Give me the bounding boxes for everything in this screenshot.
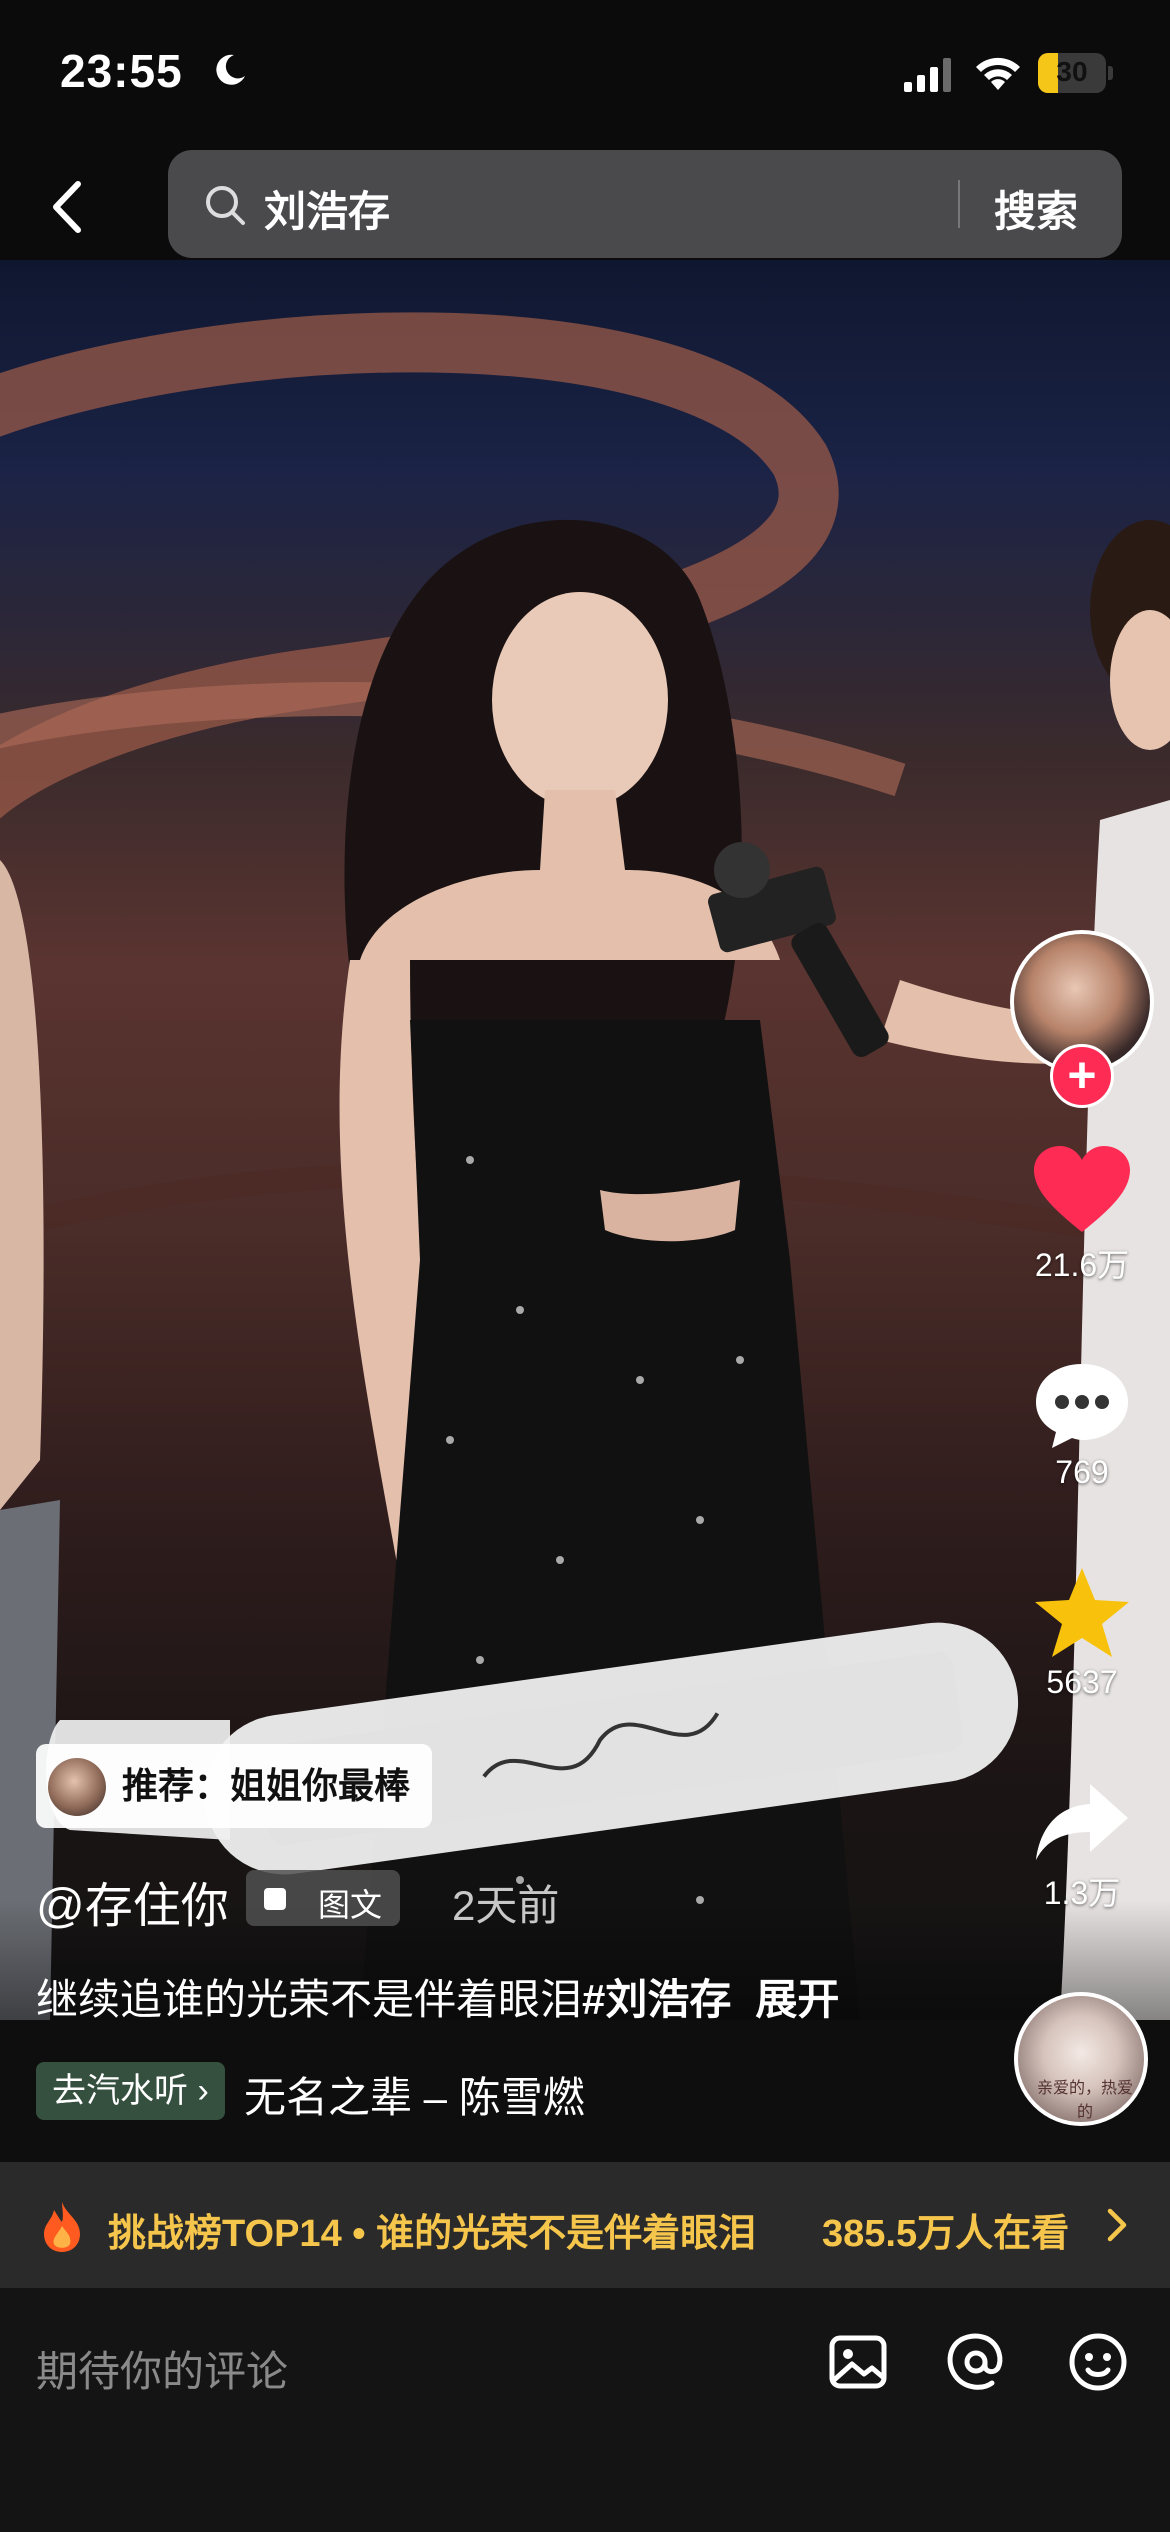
share-button[interactable]: 1.3万 (1010, 1780, 1154, 1914)
music-row[interactable]: 去汽水听 › 无名之辈 – 陈雪燃 (0, 2020, 1170, 2162)
post-type-tag: 图文 (246, 1870, 400, 1926)
follow-button[interactable]: + (1050, 1044, 1114, 1108)
music-disc[interactable]: 亲爱的，热爱的 (1014, 1992, 1148, 2126)
fire-icon (44, 2202, 80, 2252)
description-text: 继续追谁的光荣不是伴着眼泪 (36, 1976, 583, 2023)
disc-caption: 亲爱的，热爱的 (1036, 2080, 1133, 2121)
image-post-icon (264, 1888, 286, 1910)
heart-icon (1034, 1146, 1130, 1232)
favorite-count: 5637 (1046, 1664, 1118, 1700)
search-query[interactable]: 刘浩存 (264, 178, 390, 239)
at-mention-icon[interactable] (944, 2330, 1008, 2394)
status-time: 23:55 (60, 45, 183, 97)
star-icon (1035, 1568, 1129, 1657)
share-arrow-icon (1036, 1784, 1128, 1860)
share-count: 1.3万 (1043, 1875, 1121, 1911)
author-handle[interactable]: @存住你 (36, 1866, 229, 1936)
wifi-icon (976, 57, 1020, 90)
image-icon[interactable] (826, 2330, 890, 2394)
recommendation-pill[interactable]: 推荐：姐姐你最棒 (36, 1744, 433, 1828)
post-time: 2天前 (452, 1882, 560, 1929)
song-title[interactable]: 无名之辈 – 陈雪燃 (244, 2064, 585, 2125)
comment-bar: 期待你的评论 (0, 2288, 1170, 2532)
battery-indicator: 30 (1038, 53, 1113, 93)
challenge-banner[interactable]: 挑战榜TOP14 • 谁的光荣不是伴着眼泪 385.5万人在看 (0, 2162, 1170, 2288)
plus-icon: + (1067, 1047, 1097, 1103)
top-header: 刘浩存 搜索 (0, 140, 1170, 260)
emoji-icon[interactable] (1066, 2330, 1130, 2394)
watching-count: 385.5万人在看 (822, 2213, 1070, 2255)
like-count: 21.6万 (1034, 1247, 1130, 1283)
comment-bubble-icon (1036, 1364, 1128, 1448)
search-divider (958, 180, 960, 228)
post-type-label: 图文 (318, 1887, 383, 1923)
back-arrow-icon[interactable] (44, 178, 92, 236)
comment-count: 769 (1055, 1454, 1109, 1490)
status-bar: 23:55 30 (0, 0, 1170, 150)
listen-on-qishui-chip[interactable]: 去汽水听 › (36, 2062, 225, 2120)
recommendation-text: 推荐：姐姐你最棒 (122, 1765, 411, 1806)
search-bar[interactable]: 刘浩存 搜索 (168, 150, 1122, 258)
expand-link[interactable]: 展开 (755, 1976, 839, 2023)
search-button[interactable]: 搜索 (994, 178, 1078, 239)
challenge-text: 挑战榜TOP14 • 谁的光荣不是伴着眼泪 (108, 2213, 757, 2255)
cellular-signal-icon (904, 58, 951, 92)
comment-button[interactable]: 769 (1010, 1360, 1154, 1491)
moon-icon (216, 54, 245, 85)
post-description[interactable]: 继续追谁的光荣不是伴着眼泪#刘浩存 展开 (36, 1966, 839, 2027)
like-button[interactable]: 21.6万 (1010, 1146, 1154, 1286)
battery-level-text: 30 (1056, 56, 1088, 87)
comment-input[interactable]: 期待你的评论 (36, 2338, 288, 2399)
recommendation-thumbnail (48, 1758, 106, 1816)
chevron-right-icon (1107, 2208, 1127, 2242)
hashtag-link[interactable]: #刘浩存 (582, 1976, 731, 2023)
search-icon (206, 186, 245, 225)
favorite-button[interactable]: 5637 (1010, 1564, 1154, 1701)
